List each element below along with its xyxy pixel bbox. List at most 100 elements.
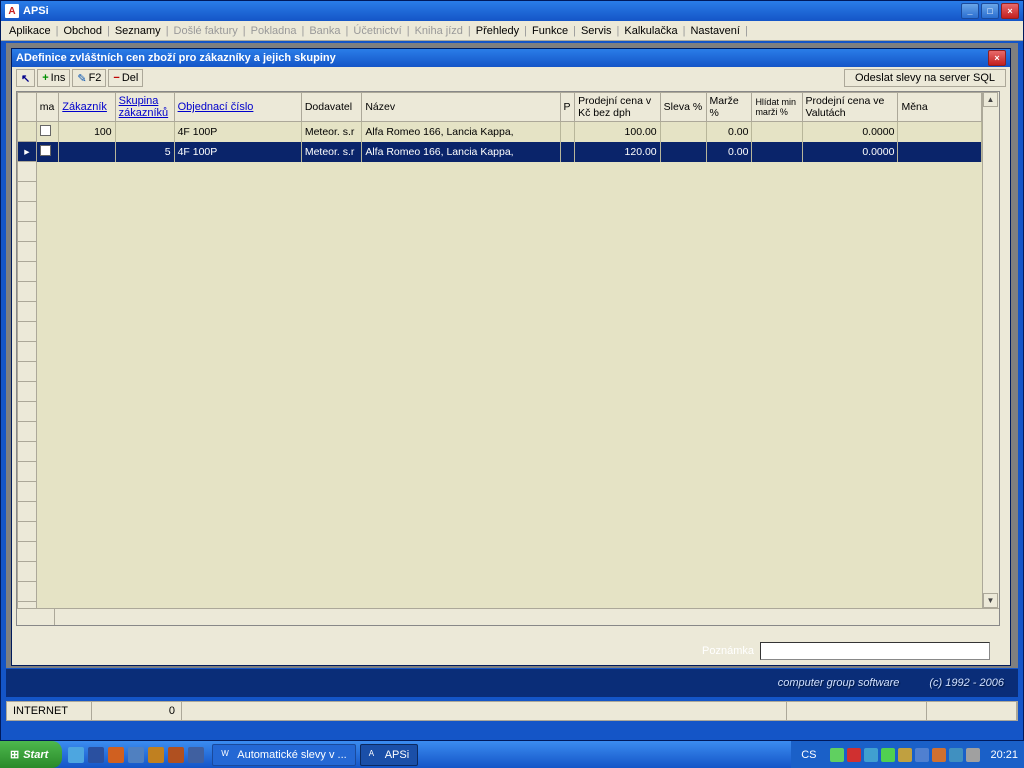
scroll-down-button[interactable]: ▼ — [983, 593, 998, 608]
tray-icon[interactable] — [830, 748, 844, 762]
cell-marze[interactable]: 0.00 — [706, 122, 752, 142]
checkbox-icon[interactable] — [40, 145, 51, 156]
cell-prodejni[interactable]: 100.00 — [575, 122, 661, 142]
row-indicator-empty[interactable] — [18, 462, 37, 482]
tray-icon[interactable] — [864, 748, 878, 762]
edit-button[interactable]: ✎F2 — [72, 69, 106, 87]
row-indicator-empty[interactable] — [18, 562, 37, 582]
col-mena[interactable]: Měna — [898, 93, 982, 122]
cell-p[interactable] — [560, 142, 575, 162]
menu-nastaveni[interactable]: Nastavení — [686, 23, 744, 39]
cell-hlidat[interactable] — [752, 142, 802, 162]
tray-icon[interactable] — [966, 748, 980, 762]
cell-zakaznik[interactable] — [59, 142, 115, 162]
cell-mena[interactable] — [898, 142, 982, 162]
col-p[interactable]: P — [560, 93, 575, 122]
col-skupina[interactable]: Skupina zákazníků — [115, 93, 174, 122]
row-indicator-empty[interactable] — [18, 422, 37, 442]
cell-p[interactable] — [560, 122, 575, 142]
quick-launch-icon[interactable] — [88, 747, 104, 763]
row-indicator-empty[interactable] — [18, 282, 37, 302]
col-nazev[interactable]: Název — [362, 93, 560, 122]
delete-button[interactable]: −Del — [108, 69, 143, 87]
menu-kalkulacka[interactable]: Kalkulačka — [620, 23, 681, 39]
titlebar[interactable]: A APSi _ □ × — [1, 1, 1023, 21]
back-button[interactable]: ↖ — [16, 69, 35, 87]
tray-icon[interactable] — [949, 748, 963, 762]
cell-prodejni-val[interactable]: 0.0000 — [802, 142, 898, 162]
col-sleva[interactable]: Sleva % — [660, 93, 706, 122]
child-close-button[interactable]: × — [988, 50, 1006, 66]
checkbox-icon[interactable] — [40, 125, 51, 136]
cell-hlidat[interactable] — [752, 122, 802, 142]
col-hlidat[interactable]: Hlídat min marži % — [752, 93, 802, 122]
tray-icon[interactable] — [881, 748, 895, 762]
cell-zakaznik[interactable]: 100 — [59, 122, 115, 142]
quick-launch-icon[interactable] — [148, 747, 164, 763]
maximize-button[interactable]: □ — [981, 3, 999, 19]
child-titlebar[interactable]: A Definice zvláštních cen zboží pro záka… — [12, 49, 1010, 67]
col-zakaznik[interactable]: Zákazník — [59, 93, 115, 122]
row-indicator-empty[interactable] — [18, 242, 37, 262]
horizontal-scrollbar[interactable] — [17, 608, 999, 625]
row-indicator-empty[interactable] — [18, 502, 37, 522]
cell-marze[interactable]: 0.00 — [706, 142, 752, 162]
row-indicator-empty[interactable] — [18, 482, 37, 502]
quick-launch-icon[interactable] — [168, 747, 184, 763]
vertical-scrollbar[interactable]: ▲ ▼ — [982, 92, 999, 608]
col-ma[interactable]: ma — [36, 93, 59, 122]
row-header-col[interactable] — [18, 93, 37, 122]
row-indicator-empty[interactable] — [18, 202, 37, 222]
quick-launch-icon[interactable] — [108, 747, 124, 763]
table-row[interactable]: ▸54F 100PMeteor. s.rAlfa Romeo 166, Lanc… — [18, 142, 982, 162]
cell-checkbox[interactable] — [36, 142, 59, 162]
row-indicator[interactable] — [18, 122, 37, 142]
cell-dodavatel[interactable]: Meteor. s.r — [301, 122, 362, 142]
send-server-button[interactable]: Odeslat slevy na server SQL — [844, 69, 1006, 87]
taskbar-button[interactable]: WAutomatické slevy v ... — [212, 744, 355, 766]
row-indicator-empty[interactable] — [18, 542, 37, 562]
row-indicator-empty[interactable] — [18, 522, 37, 542]
menu-obchod[interactable]: Obchod — [59, 23, 106, 39]
cell-nazev[interactable]: Alfa Romeo 166, Lancia Kappa, — [362, 142, 560, 162]
minimize-button[interactable]: _ — [961, 3, 979, 19]
quick-launch-icon[interactable] — [68, 747, 84, 763]
row-indicator-empty[interactable] — [18, 382, 37, 402]
insert-button[interactable]: +Ins — [37, 69, 70, 87]
language-indicator[interactable]: CS — [797, 747, 820, 763]
row-indicator-empty[interactable] — [18, 182, 37, 202]
table-row[interactable]: 100 4F 100PMeteor. s.rAlfa Romeo 166, Lan… — [18, 122, 982, 142]
cell-prodejni-val[interactable]: 0.0000 — [802, 122, 898, 142]
quick-launch-icon[interactable] — [128, 747, 144, 763]
row-indicator-empty[interactable] — [18, 322, 37, 342]
cell-objednaci[interactable]: 4F 100P — [174, 122, 301, 142]
cell-sleva[interactable] — [660, 122, 706, 142]
cell-dodavatel[interactable]: Meteor. s.r — [301, 142, 362, 162]
cell-sleva[interactable] — [660, 142, 706, 162]
tray-icon[interactable] — [932, 748, 946, 762]
menu-funkce[interactable]: Funkce — [528, 23, 572, 39]
tray-icon[interactable] — [847, 748, 861, 762]
row-indicator-empty[interactable] — [18, 362, 37, 382]
cell-checkbox[interactable] — [36, 122, 59, 142]
note-input[interactable] — [760, 642, 990, 660]
menu-aplikace[interactable]: Aplikace — [5, 23, 55, 39]
cell-nazev[interactable]: Alfa Romeo 166, Lancia Kappa, — [362, 122, 560, 142]
tray-icon[interactable] — [898, 748, 912, 762]
close-button[interactable]: × — [1001, 3, 1019, 19]
row-indicator-empty[interactable] — [18, 402, 37, 422]
row-indicator-empty[interactable] — [18, 302, 37, 322]
cell-prodejni[interactable]: 120.00 — [575, 142, 661, 162]
row-indicator-empty[interactable] — [18, 342, 37, 362]
col-prodejni[interactable]: Prodejní cena v Kč bez dph — [575, 93, 661, 122]
row-indicator-empty[interactable] — [18, 442, 37, 462]
scroll-up-button[interactable]: ▲ — [983, 92, 998, 107]
cell-skupina[interactable] — [115, 122, 174, 142]
taskbar-button[interactable]: AAPSi — [360, 744, 418, 766]
menu-servis[interactable]: Servis — [577, 23, 616, 39]
col-dodavatel[interactable]: Dodavatel — [301, 93, 362, 122]
row-indicator-empty[interactable] — [18, 222, 37, 242]
row-indicator-empty[interactable] — [18, 162, 37, 182]
col-prodejni-val[interactable]: Prodejní cena ve Valutách — [802, 93, 898, 122]
row-indicator-empty[interactable] — [18, 262, 37, 282]
